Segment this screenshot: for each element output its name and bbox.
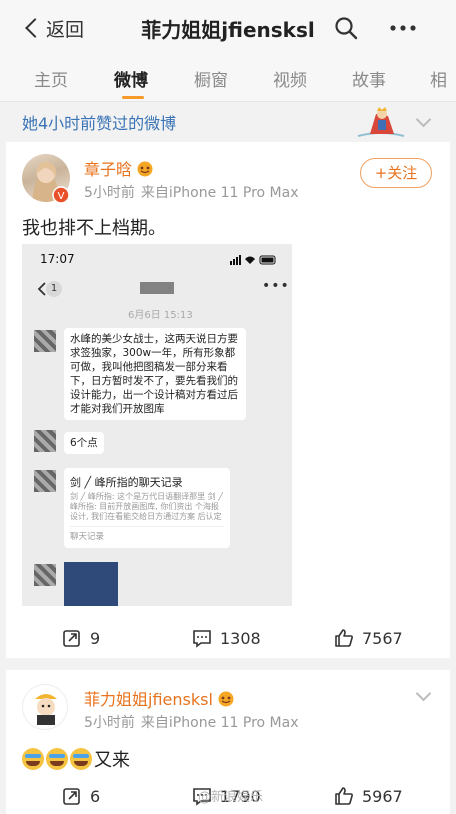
tab-album[interactable]: 相 [430, 66, 447, 91]
watermark: @新浪娱乐 [198, 790, 264, 805]
back-button[interactable]: 返回 [18, 12, 84, 44]
shot-card-divider [70, 526, 224, 527]
svg-text:V: V [58, 191, 65, 202]
top-bar: 返回 菲力姐姐jfiensksl [0, 0, 456, 56]
post-source: 来自iPhone 11 Pro Max [140, 185, 299, 201]
tab-story[interactable]: 故事 [352, 66, 386, 91]
thumbs-up-icon [335, 629, 353, 647]
post-source: 来自iPhone 11 Pro Max [140, 715, 299, 731]
post-text: 又来 [22, 746, 130, 772]
post-username-text: 章子晗 [84, 160, 133, 179]
comment-icon [193, 630, 211, 648]
active-tab-indicator [122, 96, 144, 99]
comment-count: 1308 [220, 628, 261, 648]
chevron-down-icon[interactable] [415, 685, 432, 702]
shot-avatar [34, 330, 56, 352]
shot-avatar [34, 430, 56, 452]
tab-video[interactable]: 视频 [273, 66, 307, 91]
shot-image-thumbnail [64, 562, 118, 606]
tab-weibo[interactable]: 微博 [114, 66, 148, 91]
shot-nav-bar: 1 ••• [22, 276, 292, 300]
post-meta: 5小时前 来自iPhone 11 Pro Max [84, 182, 299, 202]
post-text-content: 又来 [94, 750, 130, 771]
post-username-text: 菲力姐姐jfiensksl [84, 690, 213, 709]
prince-illustration-icon [357, 107, 405, 137]
repost-icon [63, 630, 80, 647]
shot-card-footer: 聊天记录 [70, 532, 105, 542]
shot-status-time: 17:07 [40, 252, 75, 266]
like-count: 7567 [362, 628, 403, 648]
shot-avatar [34, 470, 56, 492]
shot-more-icon: ••• [262, 278, 290, 294]
verified-badge-icon: V [52, 186, 70, 204]
tab-home[interactable]: 主页 [34, 66, 68, 91]
shot-avatar [34, 564, 56, 586]
liked-section-header[interactable]: 她4小时前赞过的微博 [0, 104, 456, 140]
liked-section-title: 她4小时前赞过的微博 [22, 114, 177, 133]
post-text: 我也排不上档期。 [22, 218, 166, 239]
crying-emoji-icon [46, 748, 68, 770]
shot-card-preview: 剑 ╱ 峰所指: 这个是万代日语翻译那里 剑 ╱ 峰所指: 目前开放画图库, 你… [70, 492, 224, 521]
shot-unread-badge: 1 [46, 281, 62, 297]
repost-icon [63, 788, 80, 805]
status-indicators-icon [230, 255, 276, 265]
tab-showcase[interactable]: 橱窗 [194, 66, 228, 91]
shot-card-title: 剑 ╱ 峰所指的聊天记录 [70, 476, 183, 489]
repost-count: 9 [90, 628, 101, 648]
shot-message: 6个点 [64, 432, 104, 454]
post-time: 5小时前 [84, 715, 135, 731]
post-image[interactable]: 17:07 1 ••• 6月6日 15:13 水峰的美少女战士，这两天说日方要 … [22, 244, 292, 606]
cartoon-avatar-icon [35, 694, 57, 725]
back-chevron-icon [25, 18, 45, 38]
like-button[interactable]: 5967 [334, 776, 403, 814]
post-username[interactable]: 菲力姐姐jfiensksl [84, 686, 235, 710]
comment-button[interactable]: 1308 [192, 618, 261, 658]
search-icon[interactable] [334, 16, 358, 40]
post-meta: 5小时前 来自iPhone 11 Pro Max [84, 712, 299, 732]
shot-chat-record-card: 剑 ╱ 峰所指的聊天记录 剑 ╱ 峰所指: 这个是万代日语翻译那里 剑 ╱ 峰所… [64, 468, 230, 548]
post-actions: 9 1308 7567 [6, 618, 450, 658]
shot-date: 6月6日 15:13 [128, 310, 193, 321]
vip-icon [218, 691, 234, 707]
repost-count: 6 [90, 786, 101, 806]
vip-icon [137, 161, 153, 177]
post-username[interactable]: 章子晗 [84, 156, 154, 180]
chevron-down-icon[interactable] [415, 111, 432, 128]
like-count: 5967 [362, 786, 403, 806]
profile-tabs: 主页 微博 橱窗 视频 故事 相 [0, 56, 456, 102]
thumbs-up-icon [335, 787, 353, 805]
repost-button[interactable]: 6 [62, 776, 100, 814]
post-card: V 章子晗 5小时前 来自iPhone 11 Pro Max +关注 我也排不上档… [6, 142, 450, 658]
like-button[interactable]: 7567 [334, 618, 403, 658]
repost-button[interactable]: 9 [62, 618, 100, 658]
follow-button[interactable]: +关注 [360, 158, 432, 188]
crying-emoji-icon [22, 748, 44, 770]
shot-blurred-name [140, 282, 174, 294]
shot-message: 水峰的美少女战士，这两天说日方要 求签独家，300w一年，所有形象都 可做，我叫… [64, 328, 246, 420]
more-icon[interactable] [388, 16, 418, 40]
crying-emoji-icon [70, 748, 92, 770]
post-time: 5小时前 [84, 185, 135, 201]
back-label: 返回 [46, 18, 85, 41]
avatar[interactable] [22, 684, 68, 730]
